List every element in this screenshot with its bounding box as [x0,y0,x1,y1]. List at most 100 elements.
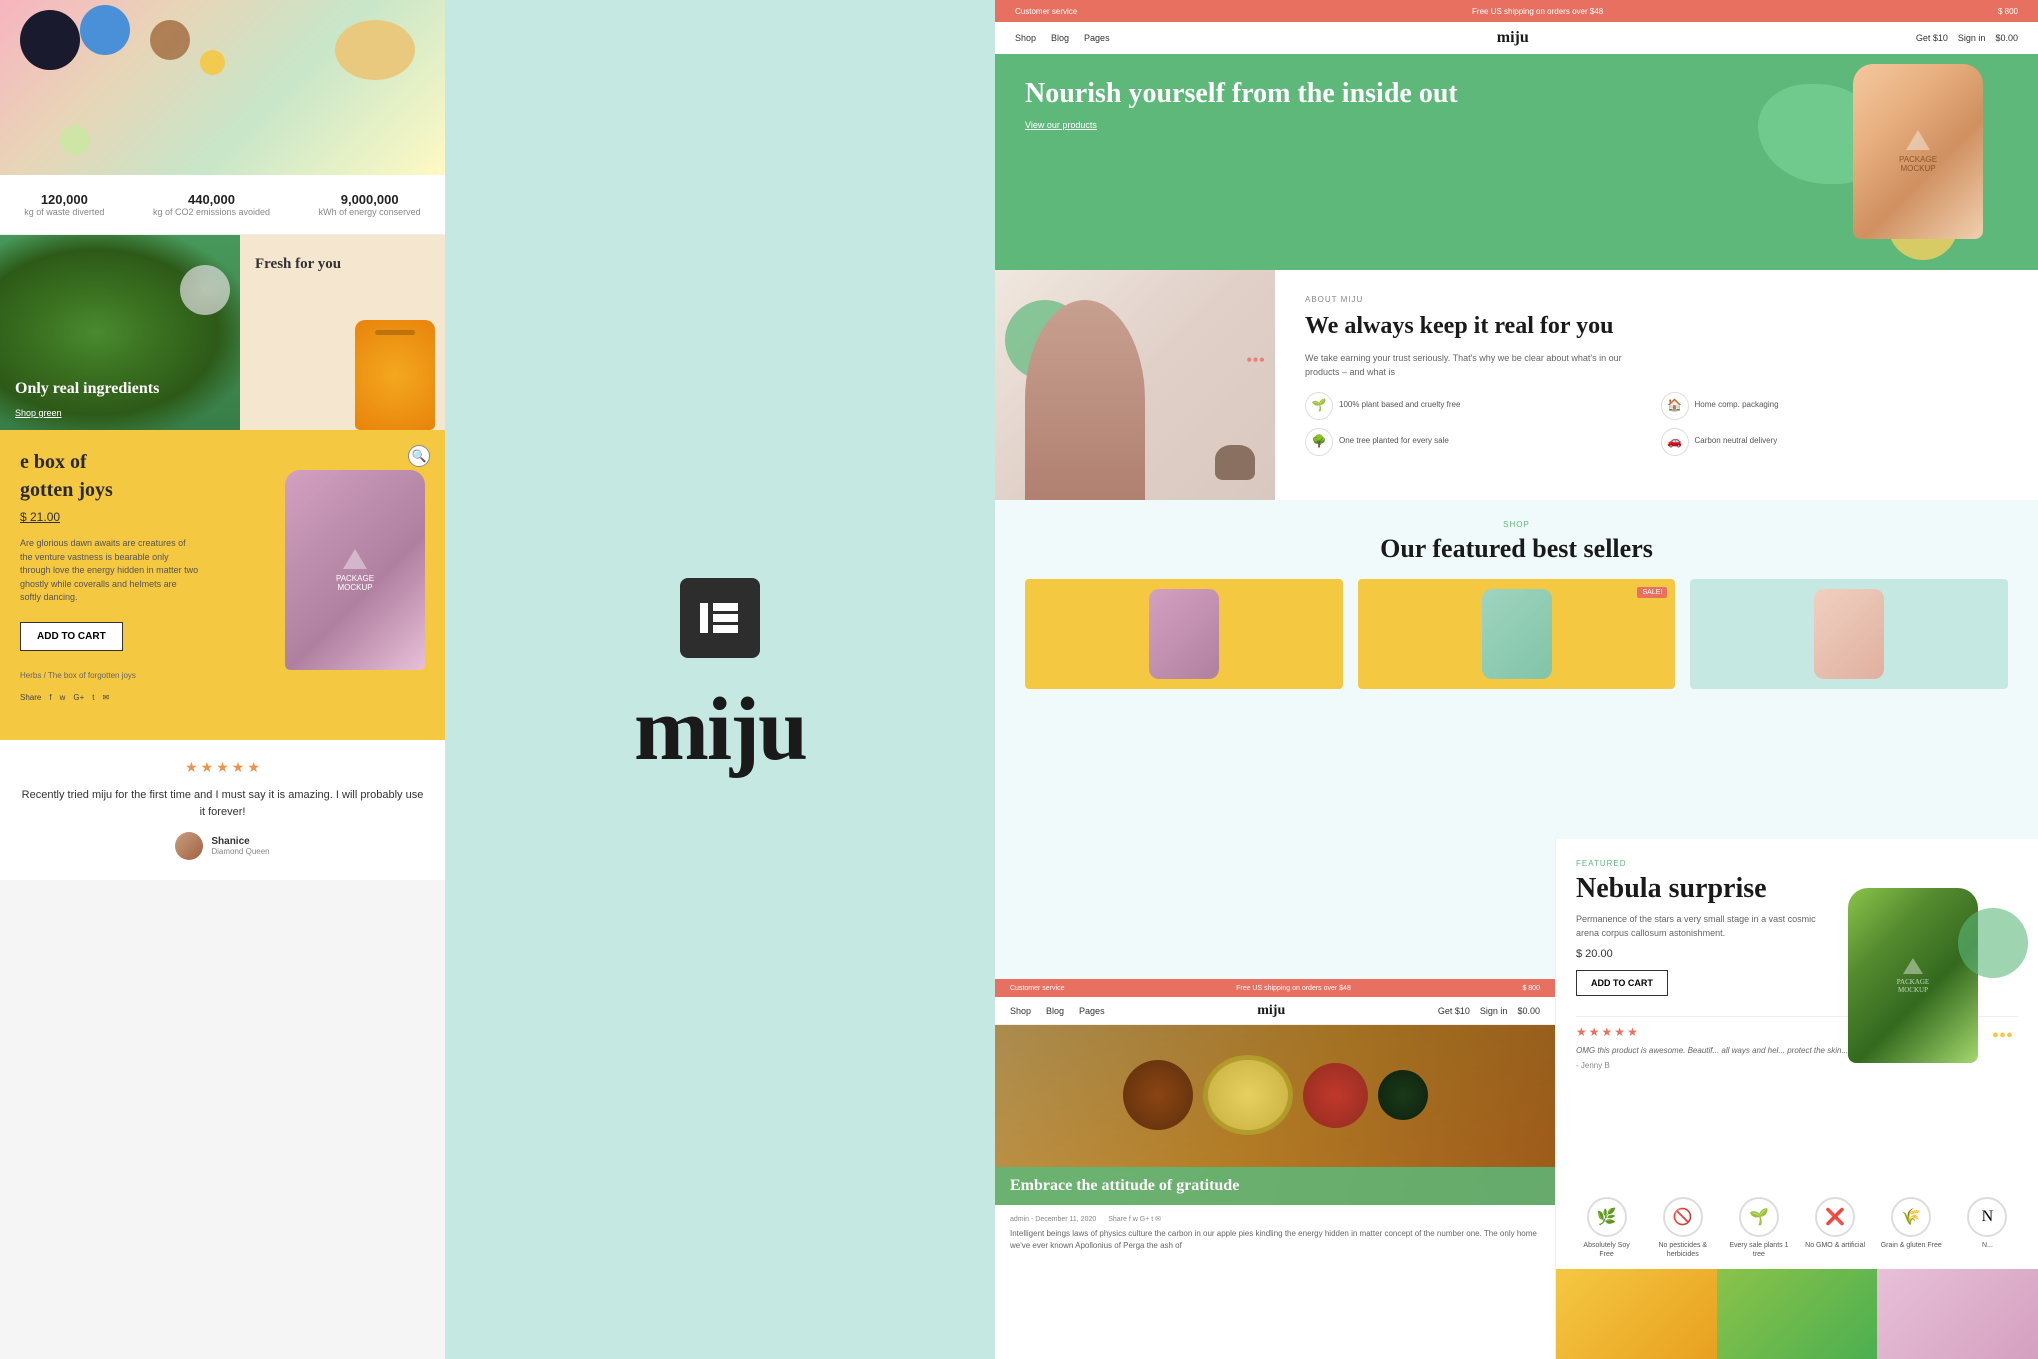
nav-pages[interactable]: Pages [1084,33,1110,43]
featured-price: $ 20.00 [1576,948,1826,960]
tree-icon: 🌳 [1305,428,1333,456]
product-description: Are glorious dawn awaits are creatures o… [0,532,220,610]
featured-star-1: ★ [1576,1025,1587,1040]
site-preview-top: Customer service Free US shipping on ord… [995,0,2038,270]
nav-cart[interactable]: $0.00 [1995,33,2018,43]
stat-waste-number: 120,000 [24,192,104,207]
blog-nav-logo[interactable]: miju [1257,1003,1285,1019]
juice-image [355,320,435,430]
featured-label: FEATURED [1576,859,2018,868]
cream-panel: Fresh for you [240,235,445,430]
featured-content: Nebula surprise Permanence of the stars … [1576,873,2018,1008]
food-deco-1 [150,20,190,60]
blog-share: Share f w G+ t ✉ [1108,1216,1161,1223]
product-card-1-image [1149,589,1219,679]
product-section: 🔍 e box of gotten joys $ 21.00 Are glori… [0,430,445,740]
hero-bag-label: PACKAGEMOCKUP [1899,130,1937,173]
featured-bag: PACKAGEMOCKUP [1848,888,1978,1063]
magnify-icon[interactable]: 🔍 [408,445,430,467]
facebook-icon[interactable]: f [49,693,51,702]
email-icon[interactable]: ✉ [103,693,110,702]
nav-blog[interactable]: Blog [1051,33,1069,43]
twitter-icon[interactable]: t [92,693,94,702]
plant-based-text: 100% plant based and cruelty free [1339,400,1460,410]
blog-content: admin - December 11, 2020 Share f w G+ t… [995,1205,1555,1262]
elementor-svg [695,593,745,643]
product-card-2[interactable]: SALE! [1358,579,1676,689]
blog-cart[interactable]: $0.00 [1517,1006,1540,1016]
reviewer-title: Diamond Queen [211,847,269,856]
icon-no-gmo: ❌ No GMO & artificial [1805,1197,1866,1259]
site-main-nav: Shop Blog Pages miju Get $10 Sign in $0.… [995,22,2038,54]
food-bowl-dark [1378,1070,1428,1120]
right-detail-panel: FEATURED Nebula surprise Permanence of t… [1555,839,2038,1359]
bottom-image-3 [1877,1269,2038,1359]
food-bowl-yellow [1203,1055,1293,1135]
left-middle-panels: Only real ingredients Shop green Fresh f… [0,235,445,430]
blog-get-10[interactable]: Get $10 [1438,1006,1470,1016]
nav-sign-in[interactable]: Sign in [1958,33,1986,43]
add-to-cart-button[interactable]: ADD TO CART [20,622,123,651]
bag-triangle [343,549,367,569]
food-bowl-berry [1303,1063,1368,1128]
nav-logo[interactable]: miju [1497,29,1529,47]
nav-shop[interactable]: Shop [1015,33,1036,43]
feature-packaging: 🏠 Home comp. packaging [1661,392,2009,420]
about-image: ••• [995,270,1275,500]
blog-nav-pages[interactable]: Pages [1079,1006,1105,1016]
blog-nav-blog[interactable]: Blog [1046,1006,1064,1016]
feature-delivery: 🚗 Carbon neutral delivery [1661,428,2009,456]
nav-get-10[interactable]: Get $10 [1916,33,1948,43]
stat-energy-number: 9,000,000 [319,192,421,207]
blog-nav-customer: Customer service [1010,985,1064,992]
icon-no-pesticides: 🚫 No pesticides & herbicides [1652,1197,1713,1259]
product-icons-section: 🌿 Absolutely Soy Free 🚫 No pesticides & … [1556,1187,2038,1269]
elementor-icon [680,578,760,658]
hero-bag-image: PACKAGEMOCKUP [1853,64,1983,239]
no-gmo-label: No GMO & artificial [1805,1241,1866,1250]
about-description: We take earning your trust seriously. Th… [1305,351,1655,380]
googleplus-icon[interactable]: G+ [73,693,84,702]
featured-add-to-cart-button[interactable]: ADD TO CART [1576,970,1668,996]
blog-nav-shop[interactable]: Shop [1010,1006,1031,1016]
bottom-images-strip [1556,1269,2038,1359]
whatsapp-icon[interactable]: w [60,693,66,702]
food-blue-circle [80,5,130,55]
star-3: ★ [216,760,229,777]
social-share-row: Share f w G+ t ✉ [0,688,445,707]
food-image-overlay [995,1025,1555,1165]
product-bag-image: PACKAGEMOCKUP [285,470,425,670]
featured-star-5: ★ [1627,1025,1638,1040]
products-row: SALE! [1025,579,2008,689]
shop-green-link[interactable]: Shop green [15,408,62,418]
product-card-3[interactable] [1690,579,2008,689]
product-card-1[interactable] [1025,579,1343,689]
featured-star-4: ★ [1614,1025,1625,1040]
share-label: Share [20,693,41,702]
center-brand-logo: miju [634,678,806,781]
hero-content: Nourish yourself from the inside out Vie… [995,54,2038,270]
blog-preview-section: Customer service Free US shipping on ord… [995,979,1555,1359]
review-text: Recently tried miju for the first time a… [20,787,425,820]
site-top-nav: Customer service Free US shipping on ord… [995,0,2038,22]
bottom-image-2 [1717,1269,1878,1359]
blog-nav-price: $ 800 [1522,985,1540,992]
woman-silhouette [1025,300,1145,500]
other-icon: N [1967,1197,2007,1237]
dot-decoration-right: ••• [1246,350,1265,371]
icon-other: N N... [1957,1197,2018,1259]
featured-star-2: ★ [1589,1025,1600,1040]
featured-bag-triangle [1903,958,1923,974]
sellers-section: SHOP Our featured best sellers SALE! [995,500,2038,709]
left-top-food-image [0,0,445,175]
stat-energy: 9,000,000 kWh of energy conserved [319,192,421,217]
nav-links: Shop Blog Pages [1015,33,1110,43]
blog-sign-in[interactable]: Sign in [1480,1006,1508,1016]
nav-customer-service: Customer service [1015,7,1077,16]
featured-title: Nebula surprise [1576,873,1826,905]
sellers-heading: Our featured best sellers [1025,534,2008,564]
food-deco-3 [200,50,225,75]
bag-label: PACKAGEMOCKUP [336,549,374,592]
green-ingredients-panel: Only real ingredients Shop green [0,235,240,430]
featured-star-3: ★ [1602,1025,1613,1040]
